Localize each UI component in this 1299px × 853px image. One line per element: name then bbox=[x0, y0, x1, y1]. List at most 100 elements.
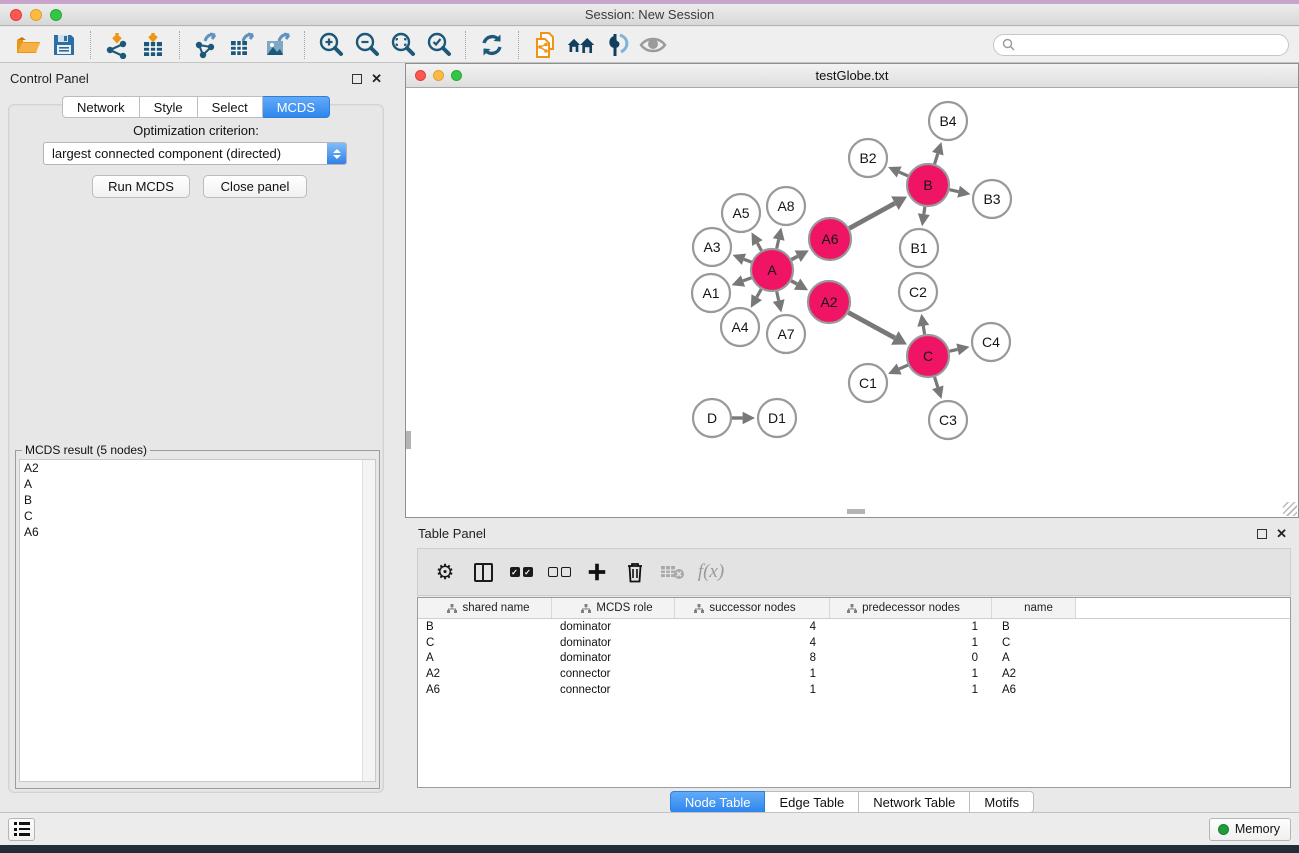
memory-button[interactable]: Memory bbox=[1209, 818, 1291, 841]
save-session-button[interactable] bbox=[49, 30, 79, 60]
save-floppy-icon bbox=[51, 32, 77, 58]
zoom-in-button[interactable] bbox=[316, 30, 346, 60]
list-icon bbox=[14, 822, 30, 836]
table-settings-button[interactable]: ⚙ bbox=[428, 555, 462, 589]
close-panel-icon[interactable]: ✕ bbox=[1276, 529, 1287, 539]
show-columns-button[interactable] bbox=[466, 555, 500, 589]
column-header-predecessor-nodes[interactable]: predecessor nodes bbox=[830, 598, 992, 618]
plus-icon bbox=[586, 561, 608, 583]
minimize-window-button[interactable] bbox=[30, 9, 42, 21]
eye-icon bbox=[638, 34, 668, 56]
toolbar-separator bbox=[179, 31, 180, 59]
graph-edge-arrowhead bbox=[773, 227, 785, 240]
checked-boxes-icon: ✓✓ bbox=[510, 567, 533, 577]
tab-node-table[interactable]: Node Table bbox=[670, 791, 766, 813]
zoom-selected-button[interactable] bbox=[424, 30, 454, 60]
zoom-out-button[interactable] bbox=[352, 30, 382, 60]
graphics-details-button[interactable] bbox=[602, 30, 632, 60]
column-header-name[interactable]: name bbox=[992, 598, 1076, 618]
table-row[interactable]: C dominator 4 1 C bbox=[418, 635, 1290, 651]
tab-network[interactable]: Network bbox=[62, 96, 140, 118]
graph-edge bbox=[777, 239, 779, 248]
column-header-successor-nodes[interactable]: successor nodes bbox=[675, 598, 830, 618]
table-row[interactable]: A dominator 8 0 A bbox=[418, 651, 1290, 667]
attribute-icon bbox=[581, 604, 591, 613]
list-item[interactable]: A6 bbox=[20, 524, 375, 540]
export-table-button[interactable] bbox=[227, 30, 257, 60]
graph-edge-arrowhead bbox=[957, 186, 970, 198]
list-item[interactable]: C bbox=[20, 508, 375, 524]
open-file-button[interactable] bbox=[13, 30, 43, 60]
close-panel-icon[interactable]: ✕ bbox=[371, 74, 382, 84]
zoom-selected-icon bbox=[425, 31, 453, 59]
float-panel-icon[interactable] bbox=[352, 74, 362, 84]
mcds-result-list[interactable]: A2 A B C A6 bbox=[19, 459, 376, 782]
list-item[interactable]: A bbox=[20, 476, 375, 492]
float-panel-icon[interactable] bbox=[1257, 529, 1267, 539]
dropdown-selected-value: largest connected component (directed) bbox=[44, 146, 327, 161]
graph-node-label: D bbox=[707, 410, 717, 426]
search-input[interactable] bbox=[1020, 38, 1280, 52]
table-row[interactable]: A2 connector 1 1 A2 bbox=[418, 666, 1290, 682]
zoom-fit-button[interactable] bbox=[388, 30, 418, 60]
table-row[interactable]: B dominator 4 1 B bbox=[418, 619, 1290, 635]
zoom-out-icon bbox=[353, 31, 381, 59]
delete-table-button[interactable] bbox=[656, 555, 690, 589]
column-header-mcds-role[interactable]: MCDS role bbox=[552, 598, 675, 618]
network-canvas[interactable]: AA1A2A3A4A5A6A7A8BB1B2B3B4CC1C2C3C4DD1 bbox=[407, 89, 1297, 516]
scrollbar-track[interactable] bbox=[362, 460, 375, 781]
column-header-shared-name[interactable]: shared name bbox=[418, 598, 552, 618]
graph-edge bbox=[848, 313, 895, 338]
import-table-button[interactable] bbox=[138, 30, 168, 60]
table-panel: Table Panel ✕ ⚙ ✓✓ bbox=[405, 518, 1299, 818]
clone-network-icon bbox=[531, 30, 559, 60]
v-scroll-thumb[interactable] bbox=[406, 431, 411, 449]
export-image-button[interactable] bbox=[263, 30, 293, 60]
table-row[interactable]: A6 connector 1 1 A6 bbox=[418, 682, 1290, 698]
resize-grip-icon[interactable] bbox=[1283, 502, 1297, 516]
close-panel-button[interactable]: Close panel bbox=[203, 175, 307, 198]
run-mcds-button[interactable]: Run MCDS bbox=[92, 175, 190, 198]
optimization-criterion-select[interactable]: largest connected component (directed) bbox=[43, 142, 347, 165]
minimize-view-button[interactable] bbox=[433, 70, 444, 81]
zoom-window-button[interactable] bbox=[50, 9, 62, 21]
graph-edge bbox=[924, 207, 925, 214]
select-all-columns-button[interactable]: ✓✓ bbox=[504, 555, 538, 589]
h-scroll-thumb[interactable] bbox=[847, 509, 865, 514]
refresh-button[interactable] bbox=[477, 30, 507, 60]
graph-edge bbox=[949, 190, 958, 192]
deselect-all-columns-button[interactable] bbox=[542, 555, 576, 589]
application-window: Session: New Session bbox=[0, 0, 1299, 845]
table-toolbar: ⚙ ✓✓ bbox=[417, 548, 1291, 596]
network-window-titlebar[interactable]: testGlobe.txt bbox=[406, 64, 1298, 88]
export-network-button[interactable] bbox=[191, 30, 221, 60]
function-builder-button[interactable]: f(x) bbox=[694, 555, 728, 589]
close-view-button[interactable] bbox=[415, 70, 426, 81]
tab-network-table[interactable]: Network Table bbox=[859, 791, 970, 813]
graph-node-label: A6 bbox=[821, 231, 838, 247]
clone-network-button[interactable] bbox=[530, 30, 560, 60]
close-window-button[interactable] bbox=[10, 9, 22, 21]
tab-style[interactable]: Style bbox=[140, 96, 198, 118]
graph-node-label: B1 bbox=[910, 240, 927, 256]
list-item[interactable]: B bbox=[20, 492, 375, 508]
eye-toggle-button[interactable] bbox=[638, 30, 668, 60]
control-panel: Control Panel ✕ Network Style Select MCD… bbox=[0, 63, 392, 805]
network-graph-svg[interactable]: AA1A2A3A4A5A6A7A8BB1B2B3B4CC1C2C3C4DD1 bbox=[407, 89, 1297, 516]
export-network-icon bbox=[191, 31, 221, 59]
tab-edge-table[interactable]: Edge Table bbox=[765, 791, 859, 813]
maximize-view-button[interactable] bbox=[451, 70, 462, 81]
import-network-button[interactable] bbox=[102, 30, 132, 60]
graph-node-label: C4 bbox=[982, 334, 1000, 350]
delete-column-button[interactable] bbox=[618, 555, 652, 589]
tab-select[interactable]: Select bbox=[198, 96, 263, 118]
tab-motifs[interactable]: Motifs bbox=[970, 791, 1034, 813]
graph-node-label: A1 bbox=[702, 285, 719, 301]
tab-mcds[interactable]: MCDS bbox=[263, 96, 330, 118]
add-column-button[interactable] bbox=[580, 555, 614, 589]
graph-edge bbox=[899, 365, 908, 369]
gear-icon: ⚙ bbox=[436, 562, 455, 583]
list-item[interactable]: A2 bbox=[20, 460, 375, 476]
task-history-button[interactable] bbox=[8, 818, 35, 841]
neighbors-button[interactable] bbox=[566, 30, 596, 60]
